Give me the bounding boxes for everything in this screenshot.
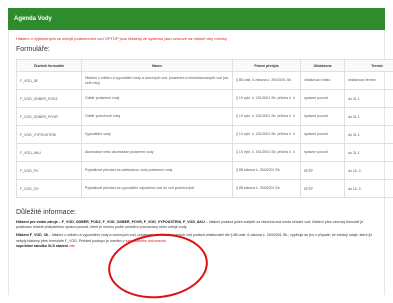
table-row[interactable]: F_VOD_PV Poplatkové přiznání za odebíran… bbox=[17, 162, 393, 180]
column-header: Číselník formuláře bbox=[17, 60, 82, 72]
column-header: Právní předpis bbox=[233, 60, 301, 72]
info-text: Přehled postupu je uveden v bbox=[79, 239, 125, 243]
legal-basis-cell: § 10 vyhl. č. 431/2001 Sb. příloha č. 4 bbox=[233, 126, 301, 144]
form-name-cell: Poplatkové přiznání za odebíranou vodu p… bbox=[82, 162, 233, 180]
authority-cell: správce povodí bbox=[301, 144, 345, 162]
deadline-cell: do 31.1. bbox=[345, 108, 393, 126]
deadline-cell: ohlašovací termín bbox=[345, 72, 393, 90]
table-row[interactable]: F_VOD_ODBER_PODZ Odběr podzemní vody § 1… bbox=[17, 90, 393, 108]
form-code-cell[interactable]: F_VOD_38 bbox=[17, 72, 82, 90]
deadline-cell: do 31.1. bbox=[345, 144, 393, 162]
deadline-cell: do 31.1. bbox=[345, 90, 393, 108]
info-lead: Hlášení F_VOD_38 bbox=[16, 233, 48, 237]
authority-cell: SFŽP bbox=[301, 180, 345, 198]
table-header-row: Číselník formuláře Název Právní předpis … bbox=[17, 60, 393, 72]
legal-basis-cell: § 88 zákona č. 254/2001 Sb. bbox=[233, 162, 301, 180]
table-row[interactable]: F_VOD_ODBER_POVR Odběr povrchové vody § … bbox=[17, 108, 393, 126]
form-code-cell[interactable]: F_VOD_VYPOUSTENI bbox=[17, 126, 82, 144]
form-code-cell[interactable]: F_VOD_ODBER_POVR bbox=[17, 108, 82, 126]
table-row[interactable]: F_VOD_AKU Akumulace nebo akumulace podze… bbox=[17, 144, 393, 162]
form-code-cell[interactable]: F_VOD_ODBER_PODZ bbox=[17, 90, 82, 108]
authority-cell: ohlašovací místo bbox=[301, 72, 345, 90]
forms-table: Číselník formuláře Název Právní předpis … bbox=[16, 59, 393, 198]
form-name-cell: Odběr podzemní vody bbox=[82, 90, 233, 108]
table-row[interactable]: F_VOD_OV Poplatkové přiznání za vypouště… bbox=[17, 180, 393, 198]
deadline-cell: do 15. 2. bbox=[345, 180, 393, 198]
forms-title: Formuláře: bbox=[16, 46, 50, 53]
legal-basis-cell: § 10 vyhl. č. 431/2001 Sb. příloha č. 4 bbox=[233, 90, 301, 108]
info-title: Důležité informace: bbox=[16, 209, 76, 216]
form-name-cell: Akumulace nebo akumulace podzemní vody bbox=[82, 144, 233, 162]
authority-cell: SFŽP bbox=[301, 162, 345, 180]
deadline-cell: do 31.1. bbox=[345, 126, 393, 144]
authority-cell: správce povodí bbox=[301, 108, 345, 126]
form-code-cell[interactable]: F_VOD_PV bbox=[17, 162, 82, 180]
form-code-cell[interactable]: F_VOD_AKU bbox=[17, 144, 82, 162]
section-header: Agenda Vody bbox=[8, 8, 385, 30]
info-lead: supr/nime tabulku XLS stažení bbox=[16, 244, 68, 248]
form-name-cell: Odběr povrchové vody bbox=[82, 108, 233, 126]
authority-cell: správce povodí bbox=[301, 90, 345, 108]
header-title: Agenda Vody bbox=[14, 16, 52, 22]
form-code-cell[interactable]: F_VOD_OV bbox=[17, 180, 82, 198]
legal-basis-cell: § 88 zákona č. 254/2001 Sb. bbox=[233, 180, 301, 198]
authority-cell: správce povodí bbox=[301, 126, 345, 144]
download-link[interactable]: zde bbox=[69, 244, 75, 248]
notice-text: Hlášení o výjimečných ze zdrojů podzemní… bbox=[16, 36, 376, 41]
top-bar bbox=[0, 0, 393, 8]
column-header: Termín bbox=[345, 60, 393, 72]
info-paragraph: Hlášení pro vodní zdroje – F_VOD_ODBER_P… bbox=[16, 220, 376, 230]
page: Agenda Vody Hlášení o výjimečných ze zdr… bbox=[0, 0, 393, 295]
column-header: Ohlašovna bbox=[301, 60, 345, 72]
legal-basis-cell: § 10 vyhl. č. 431/2001 Sb. příloha č. 4 bbox=[233, 144, 301, 162]
table-row[interactable]: F_VOD_VYPOUSTENI Vypouštění vody § 10 vy… bbox=[17, 126, 393, 144]
info-lead: Hlášení pro vodní zdroje – F_VOD_ODBER_P… bbox=[16, 220, 205, 224]
column-header: Název bbox=[82, 60, 233, 72]
form-name-cell: Poplatkové přiznání za vypouštění odpadn… bbox=[82, 180, 233, 198]
form-name-cell: Hlášení o odběru a vypouštění vody a vzo… bbox=[82, 72, 233, 90]
deadline-cell: do 15. 2. bbox=[345, 162, 393, 180]
legal-basis-cell: § 10 vyhl. č. 431/2001 Sb. příloha č. 4 bbox=[233, 108, 301, 126]
table-row[interactable]: F_VOD_38 Hlášení o odběru a vypouštění v… bbox=[17, 72, 393, 90]
form-name-cell: Vypouštění vody bbox=[82, 126, 233, 144]
legal-basis-cell: § 88 odst. 6 zákona č. 254/2001 Sb. bbox=[233, 72, 301, 90]
